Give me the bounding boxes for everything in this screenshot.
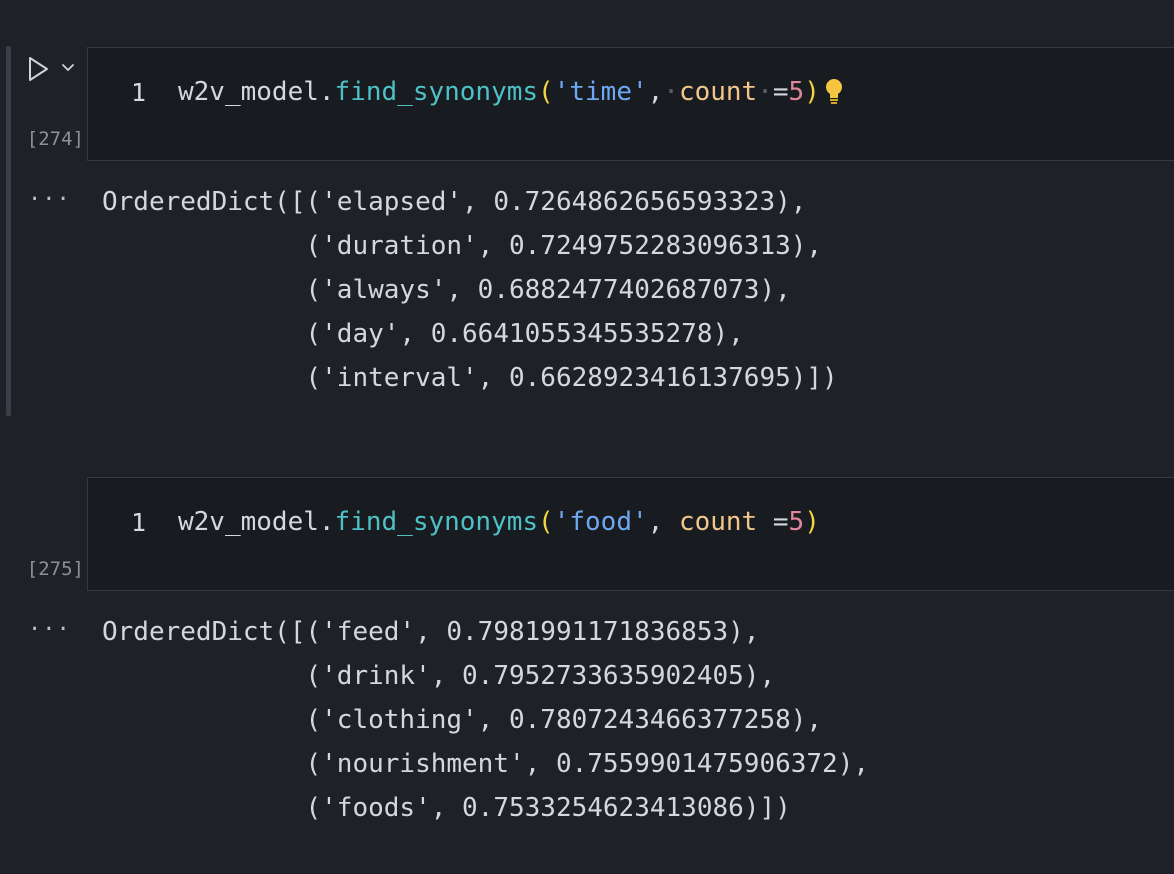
code-string-arg: 'time' bbox=[553, 77, 648, 107]
code-object: w2v_model bbox=[178, 77, 319, 107]
code-line: 1 w2v_model. find_synonyms('food', count … bbox=[88, 504, 820, 540]
code-dot: . bbox=[318, 77, 335, 107]
code-number: 5 bbox=[788, 507, 805, 537]
code-cell-editor[interactable]: 1 w2v_model. find_synonyms('food', count … bbox=[87, 477, 1174, 591]
ellipsis-icon: ··· bbox=[28, 617, 71, 642]
code-object: w2v_model bbox=[178, 507, 319, 537]
output-actions-button[interactable]: ··· bbox=[28, 619, 70, 642]
code-open-paren: ( bbox=[538, 77, 554, 107]
line-number: 1 bbox=[130, 507, 146, 537]
execution-count: [275] bbox=[26, 558, 84, 580]
code-cell-editor[interactable]: 1 w2v_model. find_synonyms('time', · count ·… bbox=[87, 47, 1174, 161]
line-number: 1 bbox=[130, 77, 146, 107]
output-actions-button[interactable]: ··· bbox=[28, 189, 70, 212]
code-comma: , bbox=[647, 77, 664, 107]
code-param: count bbox=[678, 507, 758, 537]
code-action-lightbulb[interactable] bbox=[824, 78, 844, 106]
code-close-paren: ) bbox=[804, 77, 820, 107]
active-cell-indicator bbox=[6, 46, 11, 416]
code-comma: , bbox=[647, 507, 664, 537]
code-number: 5 bbox=[788, 77, 805, 107]
code-line: 1 w2v_model. find_synonyms('time', · count ·… bbox=[88, 74, 844, 110]
code-open-paren: ( bbox=[538, 507, 554, 537]
code-param: count bbox=[678, 77, 758, 107]
code-equals: = bbox=[772, 77, 789, 107]
cell-output: OrderedDict([('feed', 0.7981991171836853… bbox=[102, 617, 870, 823]
play-icon bbox=[29, 57, 48, 81]
lightbulb-icon bbox=[825, 79, 842, 104]
code-function: find_synonyms bbox=[334, 507, 539, 537]
code-equals: = bbox=[772, 507, 789, 537]
whitespace-marker: · bbox=[663, 77, 679, 107]
whitespace-marker: · bbox=[757, 77, 773, 107]
code-string-arg: 'food' bbox=[553, 507, 648, 537]
ellipsis-icon: ··· bbox=[28, 187, 71, 212]
code-function: find_synonyms bbox=[334, 77, 539, 107]
run-cell-button[interactable] bbox=[24, 54, 52, 84]
execution-count: [274] bbox=[26, 128, 84, 150]
code-dot: . bbox=[318, 507, 335, 537]
run-options-dropdown[interactable] bbox=[58, 58, 78, 78]
notebook: [274] 1 w2v_model. find_synonyms('time', ·… bbox=[0, 0, 1174, 874]
code-close-paren: ) bbox=[804, 507, 820, 537]
chevron-down-icon bbox=[62, 64, 74, 71]
cell-output: OrderedDict([('elapsed', 0.7264862656593… bbox=[102, 187, 838, 393]
